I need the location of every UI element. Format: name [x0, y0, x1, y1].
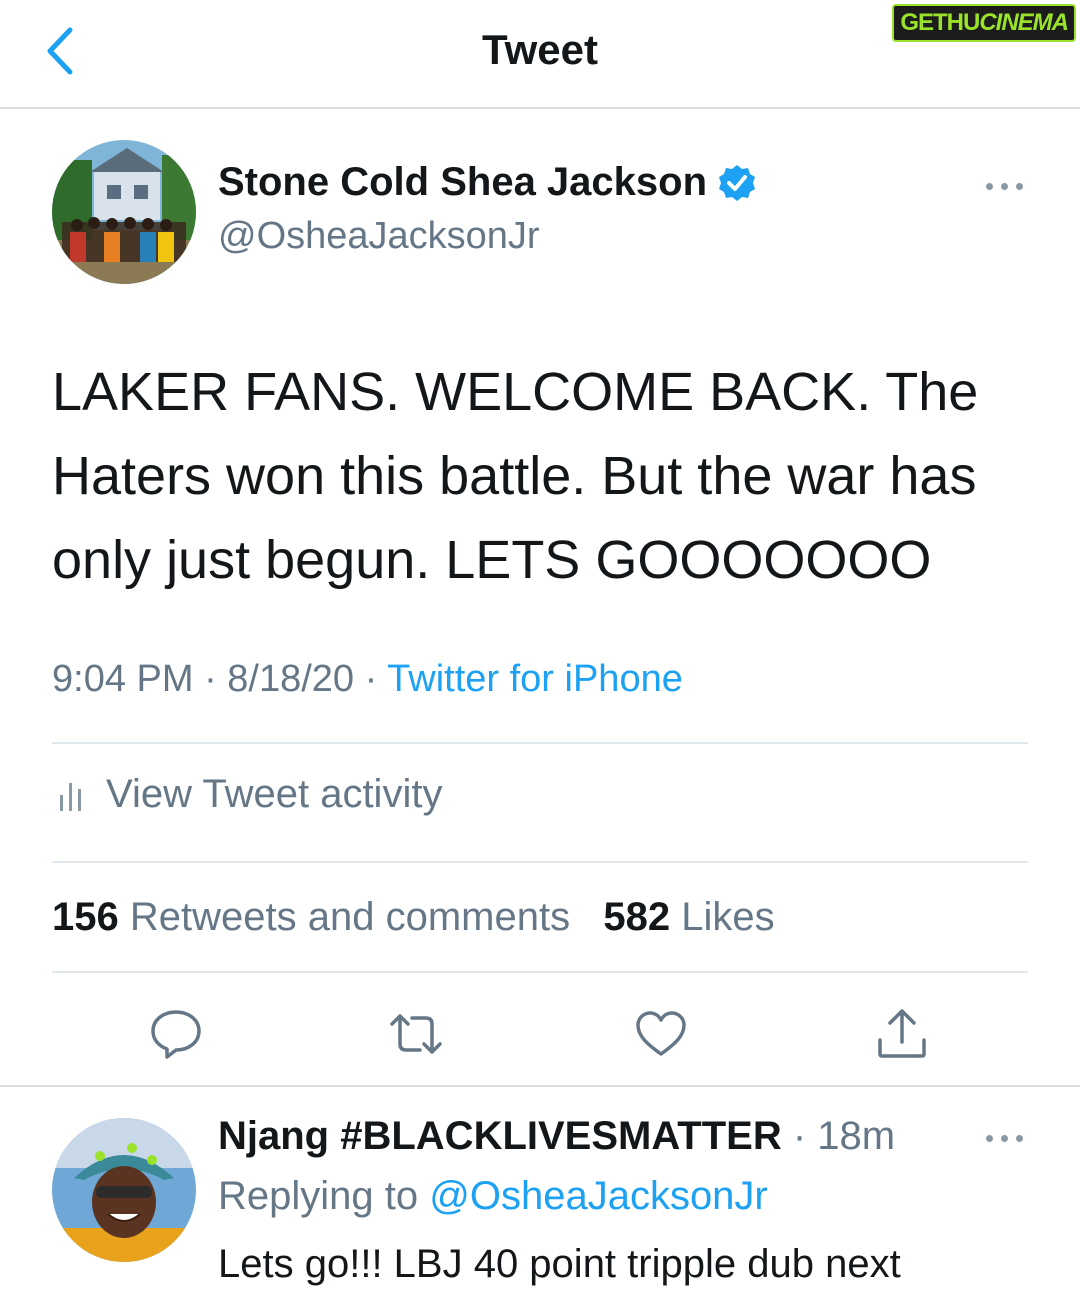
author-avatar[interactable]	[52, 140, 196, 284]
more-dot-icon	[986, 183, 993, 190]
likes-count: 582	[603, 895, 671, 939]
reply-time: · 18m	[792, 1114, 896, 1158]
retweet-icon	[390, 1014, 442, 1054]
reply-button[interactable]	[148, 1006, 204, 1062]
retweet-button[interactable]	[388, 1006, 444, 1062]
replying-to: Replying to @OsheaJacksonJr	[218, 1174, 768, 1219]
reply-author-row[interactable]: Njang #BLACKLIVESMATTER · 18m	[218, 1114, 895, 1159]
retweets-stat[interactable]: 156 Retweets and comments	[52, 895, 570, 939]
watermark-logo: GETHU CINEMA	[892, 4, 1076, 42]
tweet-text: LAKER FANS. WELCOME BACK. The Haters won…	[52, 362, 979, 590]
verified-badge-icon	[719, 164, 756, 201]
watermark-text-2: CINEMA	[979, 9, 1069, 36]
watermark-text-1: GETHU	[900, 9, 980, 36]
heart-icon	[636, 1011, 686, 1056]
author-handle[interactable]: @OsheaJacksonJr	[218, 215, 540, 258]
likes-stat[interactable]: 582 Likes	[603, 895, 774, 939]
more-dot-icon	[1001, 1135, 1008, 1142]
tweet-stats: 156 Retweets and comments 582 Likes	[52, 895, 775, 940]
more-dot-icon	[986, 1135, 993, 1142]
divider	[52, 971, 1028, 973]
reply-author-avatar[interactable]	[52, 1118, 196, 1262]
tweet-meta: 9:04 PM · 8/18/20 · Twitter for iPhone	[52, 658, 683, 701]
view-activity-label: View Tweet activity	[106, 772, 443, 816]
reply-author-name: Njang #BLACKLIVESMATTER	[218, 1114, 782, 1158]
tweet-more-button[interactable]	[986, 176, 1030, 196]
likes-label: Likes	[681, 895, 775, 939]
divider	[52, 742, 1028, 744]
retweets-label: Retweets and comments	[129, 895, 571, 939]
replying-to-handle-link[interactable]: @OsheaJacksonJr	[429, 1174, 768, 1218]
more-dot-icon	[1016, 183, 1023, 190]
replying-to-label: Replying to	[218, 1174, 430, 1218]
analytics-icon	[60, 782, 81, 811]
divider	[52, 861, 1028, 863]
share-button[interactable]	[874, 1006, 930, 1062]
like-button[interactable]	[633, 1006, 689, 1062]
view-activity-button[interactable]: View Tweet activity	[58, 772, 442, 817]
retweets-count: 156	[52, 895, 119, 939]
comment-icon	[151, 1010, 201, 1059]
reply-more-button[interactable]	[986, 1128, 1030, 1148]
section-divider	[0, 1085, 1080, 1087]
tweet-source-link[interactable]: Twitter for iPhone	[387, 658, 683, 700]
author-name: Stone Cold Shea Jackson	[218, 160, 708, 204]
share-icon	[878, 1009, 926, 1058]
reply-text: Lets go!!! LBJ 40 point tripple dub next	[218, 1242, 901, 1286]
author-name-row[interactable]: Stone Cold Shea Jackson	[218, 160, 757, 205]
more-dot-icon	[1001, 183, 1008, 190]
top-nav-bar: Tweet GETHU CINEMA	[0, 0, 1080, 109]
more-dot-icon	[1016, 1135, 1023, 1142]
tweet-timestamp: 9:04 PM · 8/18/20 ·	[52, 658, 388, 700]
